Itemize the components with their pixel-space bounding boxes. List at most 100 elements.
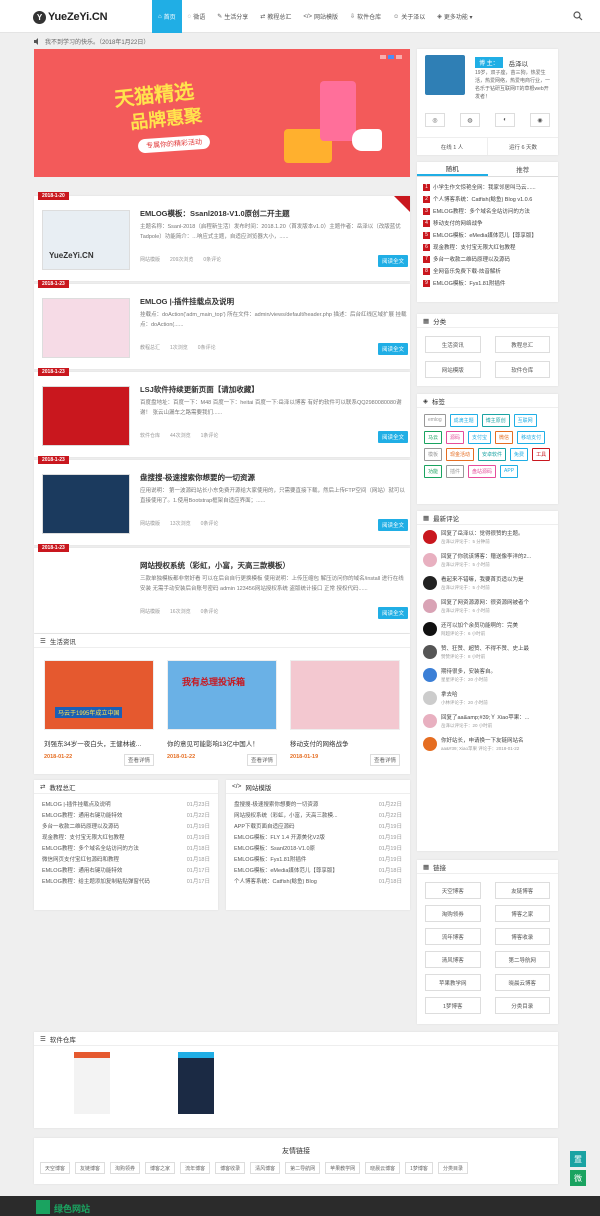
rank-title[interactable]: 个人博客系统：Catfish(鲶鱼) Blog v1.0.6	[433, 195, 532, 203]
post-title[interactable]: EMLOG |-插件挂载点及说明	[140, 296, 234, 307]
list-item-title[interactable]: 多台一收款二维码原理以及源码	[42, 822, 119, 830]
life-image[interactable]	[290, 660, 400, 730]
friend-link[interactable]: 1梦博客	[405, 1162, 433, 1174]
tag-item[interactable]: emlog	[424, 414, 446, 427]
post-category[interactable]: 网站模版	[140, 256, 160, 263]
tag-item[interactable]: 安卓软件	[478, 448, 507, 461]
tag-item[interactable]: 支付宝	[468, 431, 492, 444]
comment-item[interactable]: 期待很多，安装客自。 星星评论于：20 小时前	[417, 663, 558, 686]
list-item[interactable]: 盘搜搜-极速搜索你想要的一切资源 01月22日	[234, 798, 402, 809]
rss-icon[interactable]: ◉	[530, 113, 550, 127]
friend-link[interactable]: 友链博客	[75, 1162, 106, 1174]
comment-text[interactable]: 还可以加个余员功能啊的：完美	[441, 621, 551, 629]
comment-text[interactable]: 回复了网资源源网：很资源网被者个	[441, 598, 551, 606]
tag-item[interactable]: 工具	[532, 448, 551, 461]
wechat-icon[interactable]: ◍	[460, 113, 480, 127]
link-button[interactable]: 苹果教学网	[425, 974, 481, 991]
tag-item[interactable]: 马云	[424, 431, 443, 444]
list-item[interactable]: EMLOG教程：通用右键功能特效 01月22日	[42, 809, 210, 820]
read-more-button[interactable]: 阅读全文	[377, 343, 408, 355]
post-title[interactable]: 盘搜搜-极速搜索你想要的一切资源	[140, 472, 255, 483]
comment-text[interactable]: 回复了aa&amp;#39;Ｙ Xiao苹果：...	[441, 713, 551, 721]
friend-link[interactable]: 博客收录	[215, 1162, 246, 1174]
wechat-float-icon[interactable]: 微	[570, 1170, 586, 1186]
nav-software[interactable]: ⇩ 软件仓库	[344, 0, 387, 33]
tag-item[interactable]: 微信	[495, 431, 514, 444]
tag-item[interactable]: 源码	[446, 431, 465, 444]
friend-link[interactable]: 清风博客	[250, 1162, 281, 1174]
list-item-title[interactable]: EMLOG模板：FLY 1.4 开源美化V2版	[234, 833, 325, 841]
friend-link[interactable]: 分类目录	[437, 1162, 468, 1174]
qq-icon[interactable]: ◐	[495, 113, 515, 127]
life-image[interactable]: 马云于1995年成立中国	[44, 660, 154, 730]
list-item[interactable]: EMLOG教程：给主题添加复制粘贴弹窗代码 01月17日	[42, 875, 210, 886]
friend-link[interactable]: 天空博客	[40, 1162, 71, 1174]
tab-random[interactable]: 随机	[417, 162, 488, 176]
list-item[interactable]: 微信网页支付宝红包源码和教程 01月18日	[42, 853, 210, 864]
list-item-title[interactable]: EMLOG模板：Ssanl2018-V1.0原	[234, 844, 315, 852]
tag-item[interactable]: 博主原创	[481, 414, 510, 427]
link-button[interactable]: 博客之家	[494, 905, 550, 922]
link-button[interactable]: 友链博客	[494, 882, 550, 899]
life-title[interactable]: 移动支付的网络战争	[290, 738, 400, 748]
list-item-title[interactable]: 网站授权系统（彩虹，小富，天高三款模...	[234, 811, 338, 819]
link-button[interactable]: 第二导航网	[494, 951, 550, 968]
friend-link[interactable]: 博客之家	[145, 1162, 176, 1174]
list-item-title[interactable]: 个人博客系统：Catfish(鲶鱼) Blog	[234, 877, 317, 885]
rank-item[interactable]: 1 小学生作文惊艳全网：我家邻居叫马云......	[423, 181, 552, 193]
rank-title[interactable]: 多台一收款二维码原理以及源码	[433, 255, 510, 263]
life-item[interactable]: 移动支付的网络战争 2018-01-19 查看详情	[290, 660, 400, 766]
list-item-title[interactable]: 盘搜搜-极速搜索你想要的一切资源	[234, 800, 318, 808]
list-item-title[interactable]: 现金教程：支付宝无限大红包教程	[42, 833, 125, 841]
category-button[interactable]: 教程总汇	[494, 336, 550, 353]
comment-item[interactable]: 还可以加个余员功能啊的：完美 阿超评论于：6 小时前	[417, 617, 558, 640]
list-item-title[interactable]: EMLOG |-插件挂载点及说明	[42, 800, 111, 808]
read-more-button[interactable]: 阅读全文	[377, 519, 408, 531]
rank-title[interactable]: 全网音乐免费下载-炫音解析	[433, 267, 501, 275]
comment-text[interactable]: 回复了你就该博客：赠送像李洋的2...	[441, 552, 551, 560]
post-category[interactable]: 网站模版	[140, 520, 160, 527]
list-item[interactable]: 多台一收款二维码原理以及源码 01月19日	[42, 820, 210, 831]
friend-link[interactable]: 晓晨云博客	[365, 1162, 401, 1174]
list-item-title[interactable]: EMLOG教程：通用右键功能特效	[42, 866, 122, 874]
life-item[interactable]: 我有总理投诉箱 你的意见可能影响13亿中国人！ 2018-01-22 查看详情	[167, 660, 277, 766]
link-button[interactable]: 博客收录	[494, 928, 550, 945]
post-category[interactable]: 软件仓库	[140, 432, 160, 439]
comment-item[interactable]: 回复了岳泽以：觉得很赞的主题。 岳泽以评论于：5 分钟前	[417, 525, 558, 548]
life-image[interactable]: 我有总理投诉箱	[167, 660, 277, 730]
tag-item[interactable]: 插件	[446, 465, 465, 478]
tag-item[interactable]: 成滴主题	[449, 414, 478, 427]
post-thumbnail[interactable]	[42, 386, 130, 446]
friend-link[interactable]: 淘购领券	[110, 1162, 141, 1174]
link-button[interactable]: 清风博客	[425, 951, 481, 968]
comment-item[interactable]: 回复了网资源源网：很资源网被者个 岳泽以评论于：6 小时前	[417, 594, 558, 617]
tab-recommend[interactable]: 推荐	[488, 162, 559, 176]
rank-title[interactable]: EMLOG模板：Fys1.81附插件	[433, 279, 505, 287]
list-item[interactable]: EMLOG模板：eMedia媒体范儿【尊享版】 01月18日	[234, 864, 402, 875]
slider-dot[interactable]	[380, 55, 386, 59]
nav-templates[interactable]: </> 网站模版	[297, 0, 344, 33]
list-item-title[interactable]: 微信网页支付宝红包源码和教程	[42, 855, 119, 863]
banner-slider[interactable]: 天猫精选 品牌惠聚 专属你的精彩活动	[34, 49, 410, 177]
rank-item[interactable]: 2 个人博客系统：Catfish(鲶鱼) Blog v1.0.6	[423, 193, 552, 205]
list-item[interactable]: 现金教程：支付宝无限大红包教程 01月19日	[42, 831, 210, 842]
list-item[interactable]: APP下载页面自适应源码 01月19日	[234, 820, 402, 831]
avatar[interactable]	[425, 55, 465, 95]
comment-item[interactable]: 你好站长，申请换一下友链网站名 aa&#39; Xiao苹果 评论于：2018-0…	[417, 732, 558, 755]
list-item[interactable]: EMLOG模板：FLY 1.4 开源美化V2版 01月19日	[234, 831, 402, 842]
comment-text[interactable]: 看起来不错嘛，我要首页适以为是	[441, 575, 551, 583]
weibo-icon[interactable]: ◎	[425, 113, 445, 127]
read-more-button[interactable]: 阅读全文	[377, 607, 408, 619]
post-category[interactable]: 教程总汇	[140, 344, 160, 351]
nav-more[interactable]: ◈ 更多功能 ▾	[431, 0, 478, 33]
friend-link[interactable]: 流年博客	[180, 1162, 211, 1174]
nav-weiyu[interactable]: ◌ 微语	[182, 0, 212, 33]
rank-item[interactable]: 9 EMLOG模板：Fys1.81附插件	[423, 277, 552, 289]
tag-item[interactable]: 互联网	[513, 414, 537, 427]
tag-item[interactable]: APP	[500, 465, 519, 478]
life-title[interactable]: 刘强东34岁一夜白头，王健林被...	[44, 738, 154, 748]
life-title[interactable]: 你的意见可能影响13亿中国人！	[167, 738, 277, 748]
life-item[interactable]: 马云于1995年成立中国 刘强东34岁一夜白头，王健林被... 2018-01-…	[44, 660, 154, 766]
list-item[interactable]: EMLOG教程：通用右键功能特效 01月17日	[42, 864, 210, 875]
rank-item[interactable]: 7 多台一收款二维码原理以及源码	[423, 253, 552, 265]
